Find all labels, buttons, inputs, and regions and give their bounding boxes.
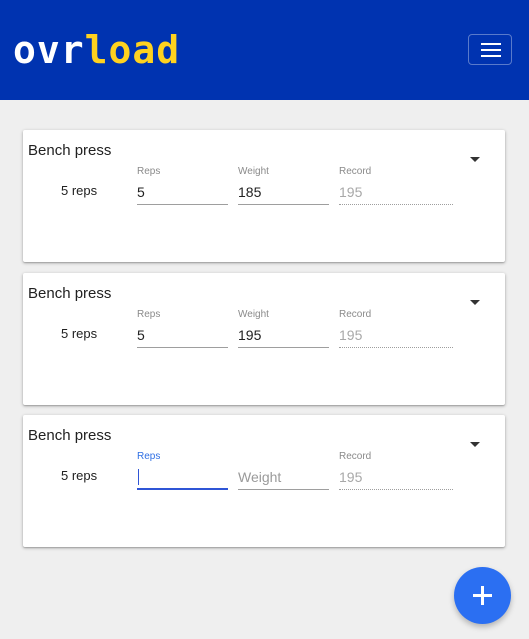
add-exercise-button[interactable] <box>454 567 511 624</box>
exercise-card: Bench press 5 reps Reps 5 Weight 195 Rec… <box>23 273 505 405</box>
weight-field[interactable]: Weight 195 <box>238 309 329 348</box>
sets-label: 5 reps <box>61 326 98 341</box>
reps-field[interactable]: Reps 5 <box>137 309 228 348</box>
reps-field[interactable]: Reps 5 <box>137 166 228 205</box>
reps-label: Reps <box>137 309 161 320</box>
app-logo[interactable]: ovrload <box>13 30 180 70</box>
exercise-title: Bench press <box>28 427 112 444</box>
record-field: Record 195 <box>339 166 453 205</box>
exercise-title: Bench press <box>28 142 112 159</box>
record-field: Record 195 <box>339 451 453 490</box>
logo-text-load: load <box>84 28 181 72</box>
weight-input-placeholder[interactable]: Weight <box>238 469 281 485</box>
exercise-card: Bench press 5 reps Reps 5 Weight 185 Rec… <box>23 130 505 262</box>
record-label: Record <box>339 451 372 462</box>
record-label: Record <box>339 166 372 177</box>
reps-input[interactable]: 5 <box>137 327 145 343</box>
expand-caret-icon[interactable] <box>470 157 480 162</box>
weight-input[interactable]: 195 <box>238 327 261 343</box>
reps-label: Reps <box>137 451 161 462</box>
record-value: 195 <box>339 469 363 485</box>
app-bar: ovrload <box>0 0 529 100</box>
reps-input[interactable]: 5 <box>137 184 145 200</box>
expand-caret-icon[interactable] <box>470 442 480 447</box>
record-value: 195 <box>339 327 363 343</box>
weight-label: Weight <box>238 309 269 320</box>
record-value: 195 <box>339 184 363 200</box>
reps-field[interactable]: Reps <box>137 451 228 490</box>
text-cursor <box>138 469 139 485</box>
expand-caret-icon[interactable] <box>470 300 480 305</box>
weight-field[interactable]: Weight 185 <box>238 166 329 205</box>
menu-button[interactable] <box>468 34 512 65</box>
record-label: Record <box>339 309 372 320</box>
logo-text-ovr: ovr <box>13 28 85 72</box>
weight-input[interactable]: 185 <box>238 184 261 200</box>
record-field: Record 195 <box>339 309 453 348</box>
sets-label: 5 reps <box>61 183 98 198</box>
reps-label: Reps <box>137 166 161 177</box>
weight-field[interactable]: Weight <box>238 451 329 490</box>
sets-label: 5 reps <box>61 468 98 483</box>
exercise-title: Bench press <box>28 285 112 302</box>
exercise-card: Bench press 5 reps Reps Weight Record 19… <box>23 415 505 547</box>
weight-label: Weight <box>238 166 269 177</box>
